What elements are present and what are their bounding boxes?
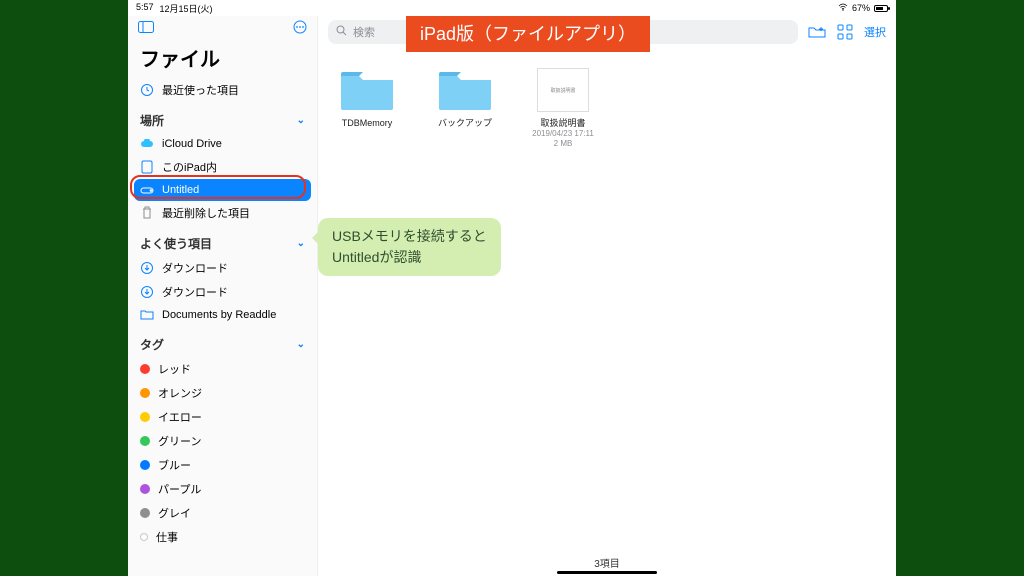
sidebar-item-label: オレンジ <box>158 385 202 401</box>
sidebar-title: ファイル <box>128 41 317 78</box>
tag-work[interactable]: 仕事 <box>128 525 317 549</box>
sidebar-item-trash[interactable]: 最近削除した項目 <box>128 201 317 225</box>
ipad-frame: 5:57 12月15日(火) 67% <box>128 0 896 576</box>
grid-item-folder[interactable]: TDBMemory <box>332 68 402 129</box>
sidebar-item-download-2[interactable]: ダウンロード <box>128 280 317 304</box>
status-bar: 5:57 12月15日(火) 67% <box>128 0 896 16</box>
tag-dot-icon <box>140 364 150 374</box>
tag-dot-icon <box>140 508 150 518</box>
section-header-tags[interactable]: タグ ⌄ <box>128 326 317 357</box>
annotation-banner: iPad版（ファイルアプリ） <box>406 16 650 52</box>
tag-dot-icon <box>140 388 150 398</box>
section-header-label: タグ <box>140 336 164 353</box>
folder-icon <box>437 68 493 112</box>
download-icon <box>140 285 154 299</box>
sidebar-item-label: Untitled <box>162 184 199 196</box>
sidebar-item-label: このiPad内 <box>162 159 217 175</box>
sidebar-item-label: パープル <box>158 481 201 497</box>
tag-red[interactable]: レッド <box>128 357 317 381</box>
sidebar-toggle-icon[interactable] <box>138 20 154 39</box>
main-area: 検索 選択 TDBMemo <box>318 16 896 576</box>
sidebar-item-ipad[interactable]: このiPad内 <box>128 155 317 179</box>
tag-dot-icon <box>140 533 148 541</box>
callout-line: USBメモリを接続すると <box>332 226 487 247</box>
sidebar-item-label: ブルー <box>158 457 191 473</box>
sidebar-item-label: iCloud Drive <box>162 138 222 150</box>
status-time: 5:57 <box>136 2 154 15</box>
sidebar-item-label: ダウンロード <box>162 284 228 300</box>
section-header-favorites[interactable]: よく使う項目 ⌄ <box>128 225 317 256</box>
home-indicator <box>557 571 657 574</box>
item-count: 3項目 <box>318 555 896 570</box>
tag-dot-icon <box>140 460 150 470</box>
sidebar-item-icloud[interactable]: iCloud Drive <box>128 133 317 155</box>
section-header-label: 場所 <box>140 112 164 129</box>
sidebar-item-untitled[interactable]: Untitled <box>134 179 311 201</box>
callout-line: Untitledが認識 <box>332 247 487 268</box>
status-date: 12月15日(火) <box>160 2 213 15</box>
sidebar-item-label: グレイ <box>158 505 191 521</box>
trash-icon <box>140 206 154 220</box>
sidebar-item-label: レッド <box>158 361 191 377</box>
annotation-callout: USBメモリを接続すると Untitledが認識 <box>318 218 501 276</box>
sidebar-item-label: Documents by Readdle <box>162 309 276 321</box>
document-thumbnail-icon: 取扱説明書 <box>537 68 589 112</box>
battery-percent: 67% <box>852 3 870 13</box>
tag-gray[interactable]: グレイ <box>128 501 317 525</box>
clock-icon <box>140 83 154 97</box>
file-grid: TDBMemory バックアップ 取扱説明書 取扱説明書 2019/04/23 … <box>318 48 896 168</box>
grid-item-document[interactable]: 取扱説明書 取扱説明書 2019/04/23 17:11 2 MB <box>528 68 598 148</box>
battery-icon <box>874 5 888 12</box>
tag-blue[interactable]: ブルー <box>128 453 317 477</box>
tag-green[interactable]: グリーン <box>128 429 317 453</box>
tag-dot-icon <box>140 484 150 494</box>
tag-dot-icon <box>140 412 150 422</box>
sidebar-item-label: 最近削除した項目 <box>162 205 250 221</box>
search-placeholder: 検索 <box>353 24 375 40</box>
drive-icon <box>140 183 154 197</box>
wifi-icon <box>838 3 848 13</box>
grid-item-folder[interactable]: バックアップ <box>430 68 500 129</box>
item-name: バックアップ <box>430 118 500 129</box>
sidebar-item-label: ダウンロード <box>162 260 228 276</box>
item-size: 2 MB <box>528 139 598 149</box>
folder-icon <box>339 68 395 112</box>
sidebar-item-recent[interactable]: 最近使った項目 <box>128 78 317 102</box>
item-date: 2019/04/23 17:11 <box>528 129 598 139</box>
tag-dot-icon <box>140 436 150 446</box>
ellipsis-icon[interactable] <box>293 20 307 39</box>
view-grid-icon[interactable] <box>836 23 854 41</box>
section-header-label: よく使う項目 <box>140 235 212 252</box>
folder-icon <box>140 308 154 322</box>
tag-purple[interactable]: パープル <box>128 477 317 501</box>
sidebar-item-label: 仕事 <box>156 529 178 545</box>
chevron-down-icon: ⌄ <box>297 339 305 350</box>
tag-orange[interactable]: オレンジ <box>128 381 317 405</box>
sidebar: ファイル 最近使った項目 場所 ⌄ iCloud Drive <box>128 16 318 576</box>
ipad-device-icon <box>140 160 154 174</box>
tag-yellow[interactable]: イエロー <box>128 405 317 429</box>
new-folder-icon[interactable] <box>808 23 826 41</box>
cloud-icon <box>140 137 154 151</box>
item-name: 取扱説明書 <box>528 118 598 129</box>
search-icon <box>336 25 347 39</box>
item-name: TDBMemory <box>332 118 402 129</box>
sidebar-item-label: 最近使った項目 <box>162 82 239 98</box>
sidebar-item-documents[interactable]: Documents by Readdle <box>128 304 317 326</box>
download-icon <box>140 261 154 275</box>
chevron-down-icon: ⌄ <box>297 115 305 126</box>
sidebar-item-label: イエロー <box>158 409 202 425</box>
sidebar-item-download-1[interactable]: ダウンロード <box>128 256 317 280</box>
sidebar-item-label: グリーン <box>158 433 201 449</box>
select-button[interactable]: 選択 <box>864 24 886 40</box>
section-header-locations[interactable]: 場所 ⌄ <box>128 102 317 133</box>
